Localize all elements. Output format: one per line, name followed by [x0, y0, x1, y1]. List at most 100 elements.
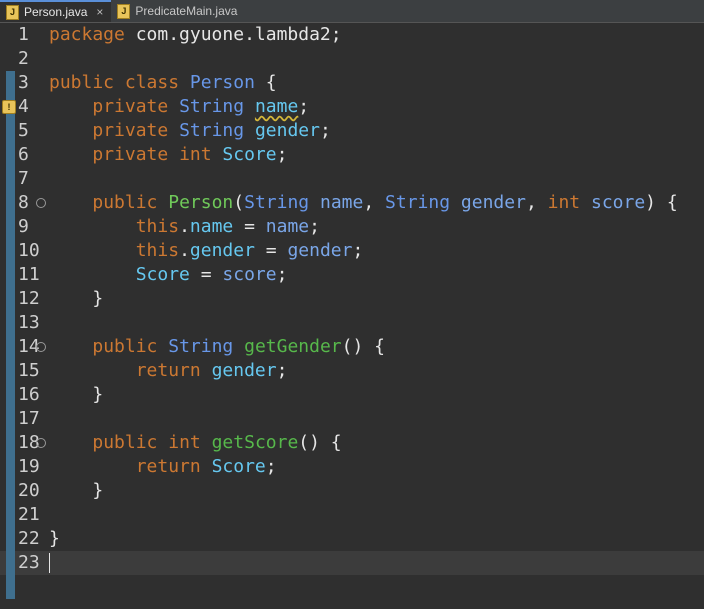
- warning-icon[interactable]: !: [2, 100, 16, 114]
- code-line[interactable]: }: [49, 527, 704, 551]
- code-token: gender: [460, 192, 526, 213]
- code-token: getScore: [211, 432, 299, 453]
- tab-label: PredicateMain.java: [135, 4, 238, 18]
- code-token: gender: [211, 360, 277, 381]
- code-token: name: [254, 96, 299, 117]
- code-token: this: [135, 240, 180, 261]
- code-token: gender: [189, 240, 255, 261]
- line-number: 12: [18, 288, 40, 309]
- line-number: 5: [18, 120, 29, 141]
- code-token: public: [49, 72, 115, 93]
- code-line[interactable]: public Person(String name, String gender…: [49, 191, 704, 215]
- code-token: class: [124, 72, 180, 93]
- line-number: 19: [18, 456, 40, 477]
- code-line[interactable]: Score = score;: [49, 263, 704, 287]
- code-token: score: [590, 192, 646, 213]
- code-line[interactable]: public String getGender() {: [49, 335, 704, 359]
- code-token: int: [168, 432, 201, 453]
- code-area[interactable]: package com.gyuone.lambda2; public class …: [49, 23, 704, 575]
- code-line[interactable]: package com.gyuone.lambda2;: [49, 23, 704, 47]
- tab-person-java[interactable]: J Person.java ×: [0, 0, 112, 22]
- code-token: ;: [319, 120, 331, 141]
- code-line[interactable]: [49, 311, 704, 335]
- line-number: 1: [18, 24, 29, 45]
- code-token: () {: [298, 432, 342, 453]
- code-line[interactable]: public int getScore() {: [49, 431, 704, 455]
- code-line[interactable]: return gender;: [49, 359, 704, 383]
- code-editor[interactable]: 1 2 3 4! 5 6 7 8 9 10 11 12 13 14 15 16 17 18 19 20 21 22 23 p…: [0, 23, 704, 609]
- code-line[interactable]: private int Score;: [49, 143, 704, 167]
- line-number: 20: [18, 480, 40, 501]
- code-token: int: [547, 192, 581, 213]
- line-number: 15: [18, 360, 40, 381]
- code-token: ;: [265, 456, 277, 477]
- code-token: Score: [135, 264, 190, 285]
- code-token: =: [189, 264, 223, 285]
- code-token: int: [179, 144, 212, 165]
- code-line[interactable]: }: [49, 383, 704, 407]
- code-token: Score: [211, 456, 266, 477]
- code-token: }: [49, 480, 104, 501]
- code-token: =: [254, 240, 288, 261]
- code-token: package: [49, 24, 125, 45]
- tab-predicatemain-java[interactable]: J PredicateMain.java: [111, 0, 245, 22]
- code-line[interactable]: this.gender = gender;: [49, 239, 704, 263]
- line-number: 22: [18, 528, 40, 549]
- code-token: String: [179, 120, 245, 141]
- line-number: 10: [18, 240, 40, 261]
- code-line[interactable]: public class Person {: [49, 71, 704, 95]
- code-token: ;: [276, 264, 288, 285]
- code-token: gender: [254, 120, 320, 141]
- code-token: name: [189, 216, 234, 237]
- close-icon[interactable]: ×: [96, 5, 103, 19]
- code-token: }: [49, 384, 104, 405]
- code-line[interactable]: [49, 551, 704, 575]
- code-token: {: [254, 72, 277, 93]
- text-caret: [49, 553, 50, 573]
- line-number: 8: [18, 192, 29, 213]
- code-line[interactable]: [49, 503, 704, 527]
- code-line[interactable]: return Score;: [49, 455, 704, 479]
- fold-toggle-icon[interactable]: [36, 438, 46, 448]
- code-line[interactable]: [49, 407, 704, 431]
- line-number: 9: [18, 216, 29, 237]
- code-token: return: [135, 456, 201, 477]
- code-token: private: [92, 120, 169, 141]
- code-token: ,: [363, 192, 386, 213]
- code-line[interactable]: this.name = name;: [49, 215, 704, 239]
- code-token: Score: [222, 144, 277, 165]
- code-line[interactable]: }: [49, 287, 704, 311]
- code-line[interactable]: }: [49, 479, 704, 503]
- line-number: 6: [18, 144, 29, 165]
- code-line[interactable]: [49, 47, 704, 71]
- code-token: }: [49, 288, 104, 309]
- code-token: return: [135, 360, 201, 381]
- code-token: String: [385, 192, 451, 213]
- fold-toggle-icon[interactable]: [36, 342, 46, 352]
- code-line[interactable]: private String name;: [49, 95, 704, 119]
- code-token: String: [168, 336, 234, 357]
- code-line[interactable]: private String gender;: [49, 119, 704, 143]
- line-number: 3: [18, 72, 29, 93]
- code-token: public: [92, 336, 158, 357]
- fold-toggle-icon[interactable]: [36, 198, 46, 208]
- java-file-icon: J: [117, 3, 131, 19]
- line-number: 13: [18, 312, 40, 333]
- code-line[interactable]: [49, 167, 704, 191]
